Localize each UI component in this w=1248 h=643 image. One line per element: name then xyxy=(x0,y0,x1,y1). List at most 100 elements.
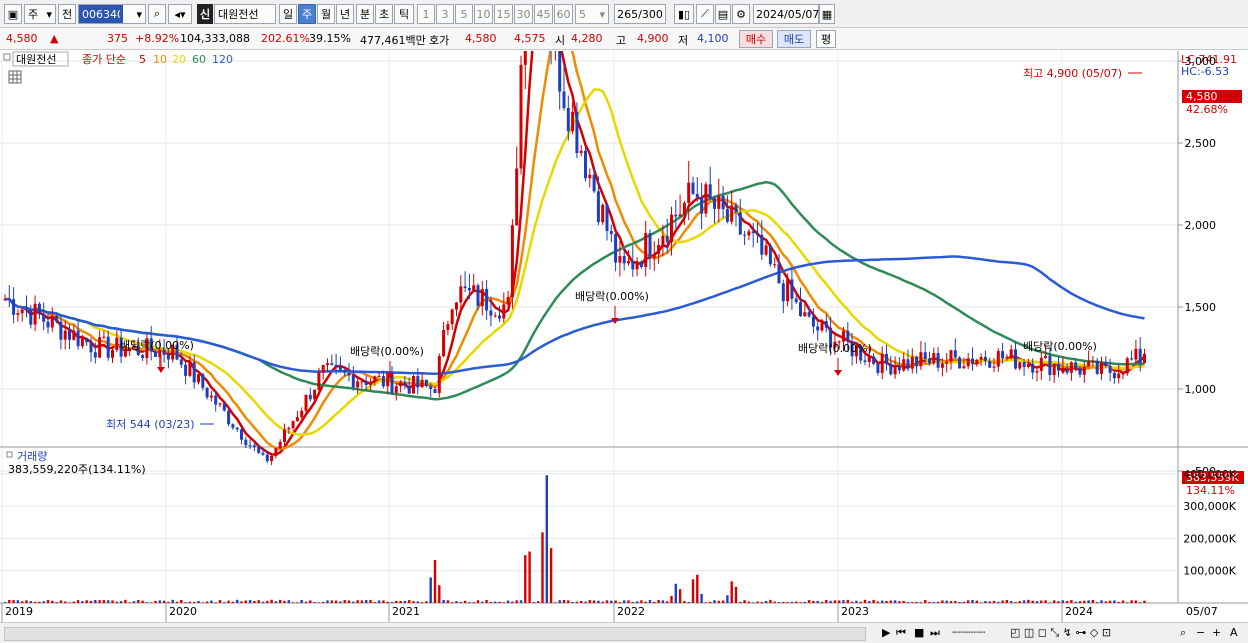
interval-45[interactable]: 45 xyxy=(534,4,553,24)
candle-body xyxy=(953,350,957,358)
low-label: 저 xyxy=(678,34,689,47)
buy-button[interactable]: 매수 xyxy=(739,30,773,48)
candle-body xyxy=(682,202,686,215)
zoom-in-icon[interactable]: + xyxy=(1212,626,1221,639)
table-view-icon[interactable] xyxy=(8,70,22,84)
candle-body xyxy=(678,214,682,217)
chart-area[interactable]: 대원전선 종가 단순 5 10 20 60 120 LC:741.91 HC:-6.53… xyxy=(0,0,1248,643)
save-icon[interactable]: ▤ xyxy=(715,4,731,24)
candle-body xyxy=(760,234,764,255)
stop-icon[interactable]: ■ xyxy=(914,626,924,639)
zoom-out-icon[interactable]: − xyxy=(1196,626,1205,639)
scroll-right-icon[interactable]: ▶ xyxy=(882,626,890,639)
dividend-annotation: 배당락(0.00%) xyxy=(120,339,194,352)
candle-body xyxy=(343,369,347,373)
volume-bar xyxy=(291,602,295,603)
fast-forward-icon[interactable]: ⏭ xyxy=(930,626,940,640)
tool-icons[interactable]: ◰ ◫ ◻ ⤡ ↯ ⊶ ◇ ⊡ xyxy=(1010,626,1111,640)
count-field[interactable]: 265/300 xyxy=(614,4,666,24)
period-minute[interactable]: 분 xyxy=(356,4,374,24)
ma-legend-10[interactable]: 10 xyxy=(153,53,167,66)
stock-code-input[interactable]: ▾ xyxy=(78,4,146,24)
interval-10[interactable]: 10 xyxy=(474,4,493,24)
search-icon[interactable]: ⌕ xyxy=(148,4,166,24)
candle-body xyxy=(1039,357,1043,371)
interval-15[interactable]: 15 xyxy=(494,4,513,24)
horizontal-scrollbar[interactable] xyxy=(4,627,866,641)
period-month[interactable]: 월 xyxy=(317,4,335,24)
period-tick[interactable]: 틱 xyxy=(394,4,414,24)
volume-bar xyxy=(941,600,944,603)
chevron-down-icon: ▾ xyxy=(599,7,605,21)
volume-bar xyxy=(205,601,209,603)
chart-menu-icon[interactable]: ▣ xyxy=(4,4,22,24)
rewind-icon[interactable]: ⏮ xyxy=(896,626,906,640)
period-year[interactable]: 년 xyxy=(336,4,354,24)
volume-bar xyxy=(1104,601,1107,603)
period-second[interactable]: 초 xyxy=(375,4,393,24)
x-axis-label: 2019 xyxy=(5,605,33,618)
sell-button[interactable]: 매도 xyxy=(777,30,811,48)
candle-body xyxy=(665,235,669,243)
volume-bar xyxy=(343,600,346,603)
font-size-icon[interactable]: A xyxy=(1230,626,1238,639)
ma-legend-5[interactable]: 5 xyxy=(139,53,146,66)
speaker-icon[interactable]: ◂▾ xyxy=(168,4,192,24)
ma-legend-60[interactable]: 60 xyxy=(192,53,206,66)
volume-bar xyxy=(468,602,471,603)
type-select[interactable]: 주 ▾ xyxy=(24,4,56,24)
candle-body xyxy=(635,261,639,270)
zoom-slider-icon[interactable]: ┈┈┈┈┈ xyxy=(952,626,985,639)
volume-bar xyxy=(739,601,742,603)
calendar-icon[interactable]: ▦ xyxy=(819,4,835,24)
interval-1[interactable]: 1 xyxy=(417,4,435,24)
gear-icon[interactable]: ⚙ xyxy=(732,4,750,24)
price-panel-tab[interactable]: 대원전선 xyxy=(16,53,56,66)
candle-body xyxy=(730,205,734,222)
volume-bar xyxy=(12,600,15,603)
zoom-icon[interactable]: ⌕ xyxy=(1180,626,1186,640)
candle-body xyxy=(420,379,424,388)
interval-3[interactable]: 3 xyxy=(436,4,454,24)
volume-bar xyxy=(360,600,364,603)
candle-body xyxy=(360,381,364,383)
eval-button[interactable]: 평 xyxy=(816,30,836,48)
candle-body xyxy=(7,299,11,301)
volume-panel-title[interactable]: 거래량 xyxy=(17,450,47,463)
volume-bar xyxy=(567,600,570,603)
ma-legend-120[interactable]: 120 xyxy=(212,53,233,66)
candle-body xyxy=(764,245,768,255)
period-week[interactable]: 주 xyxy=(298,4,316,24)
date-field[interactable]: 2024/05/07 xyxy=(753,4,819,24)
candle-body xyxy=(313,389,317,400)
volume-bar xyxy=(575,601,579,603)
candle-body xyxy=(1104,362,1108,366)
candle-icon[interactable]: ▮▯ xyxy=(674,4,694,24)
volume-bar xyxy=(726,595,729,603)
volume-bar xyxy=(1031,600,1034,603)
volume-bar xyxy=(670,595,673,603)
candle-body xyxy=(429,386,433,390)
interval-5[interactable]: 5 xyxy=(455,4,473,24)
volume-bar xyxy=(1035,601,1039,603)
volume-bar xyxy=(451,602,454,603)
stock-name-field[interactable]: 대원전선 xyxy=(214,4,276,24)
period-day[interactable]: 일 xyxy=(279,4,297,24)
jeon-button[interactable]: 전 xyxy=(58,4,76,24)
candle-body xyxy=(584,150,587,179)
stock-chart[interactable]: 대원전선 종가 단순 5 10 20 60 120 LC:741.91 HC:-6.53… xyxy=(0,0,1248,623)
stock-code-field[interactable] xyxy=(79,5,123,23)
candle-body xyxy=(489,310,493,316)
volume-bar xyxy=(1070,600,1073,603)
candle-body xyxy=(807,312,811,317)
volume-bar xyxy=(162,600,166,603)
ma-legend-20[interactable]: 20 xyxy=(172,53,186,66)
interval-30[interactable]: 30 xyxy=(514,4,533,24)
interval-60[interactable]: 60 xyxy=(554,4,573,24)
volume-bar xyxy=(721,600,725,603)
interval-select[interactable]: 5 ▾ xyxy=(575,4,609,24)
candle-body xyxy=(76,330,80,347)
volume-bar xyxy=(558,600,561,603)
x-axis-label: 2023 xyxy=(841,605,869,618)
line-tool-icon[interactable]: ⟋ xyxy=(696,4,714,24)
